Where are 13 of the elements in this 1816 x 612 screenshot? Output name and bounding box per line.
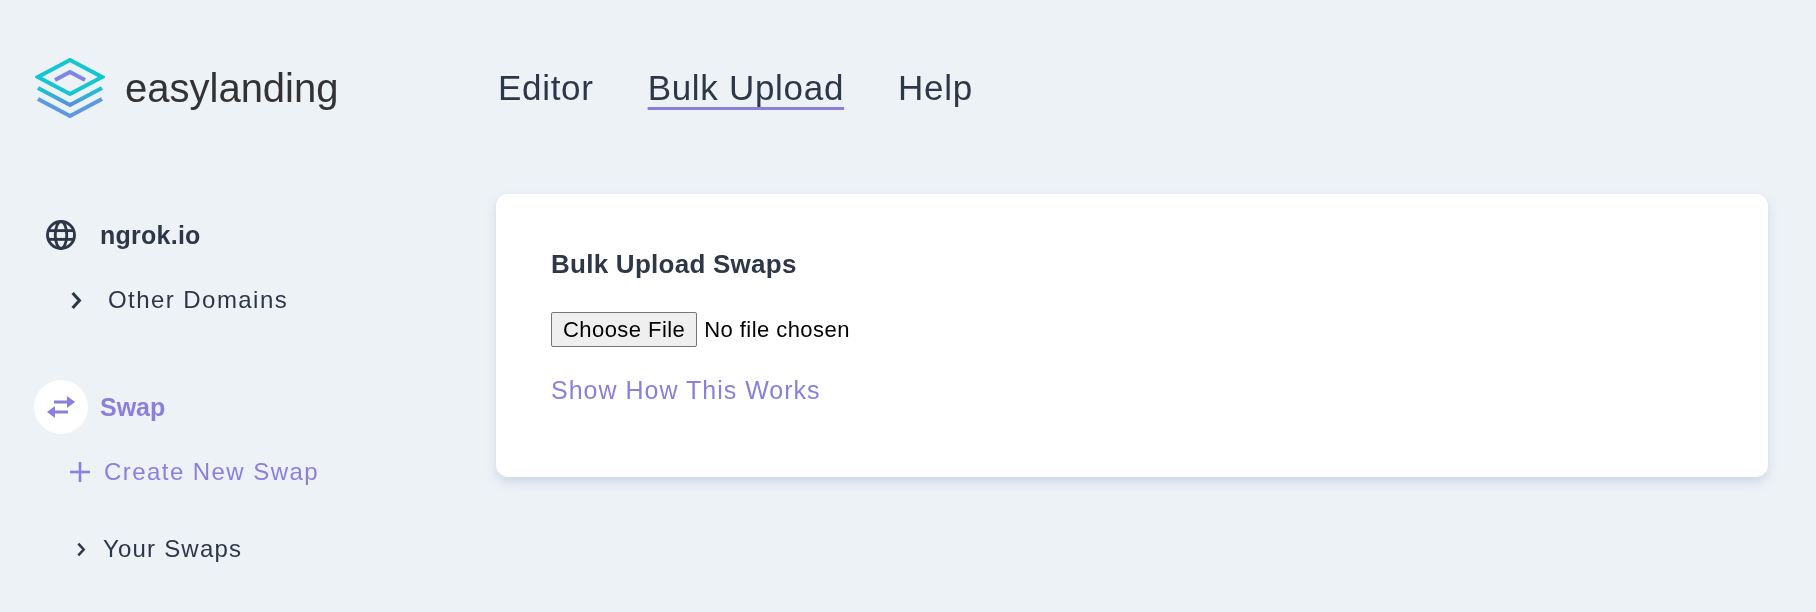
layered-diamond-logo-icon (35, 58, 105, 118)
choose-file-button[interactable]: Choose File (551, 312, 698, 347)
logo-wordmark: easylanding (125, 65, 339, 112)
plus-icon (70, 462, 90, 482)
nav-link[interactable]: Help (898, 66, 973, 110)
other-domains-toggle[interactable]: Other Domains (108, 285, 289, 315)
domain-name[interactable]: ngrok.io (100, 220, 201, 250)
nav-link[interactable]: Editor (498, 66, 594, 110)
globe-icon (46, 220, 76, 250)
your-swaps-toggle[interactable]: Your Swaps (103, 534, 243, 564)
card-title: Bulk Upload Swaps (551, 248, 797, 280)
nav-link[interactable]: Bulk Upload (647, 66, 845, 110)
file-status-text: No file chosen (704, 316, 850, 343)
